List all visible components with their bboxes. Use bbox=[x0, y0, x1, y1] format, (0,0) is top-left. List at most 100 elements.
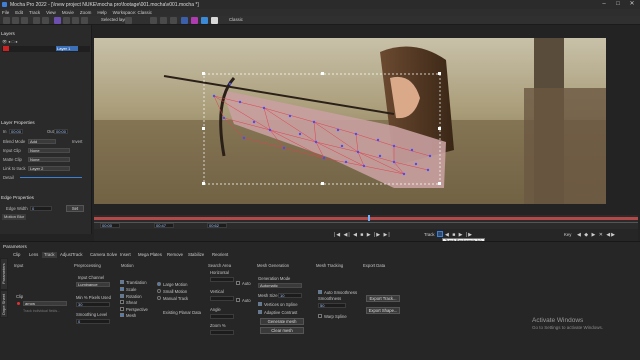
surface-icon[interactable] bbox=[181, 17, 188, 24]
mesh-checkbox[interactable] bbox=[120, 313, 124, 317]
small-motion-radio[interactable] bbox=[157, 289, 161, 293]
select-tool-icon[interactable] bbox=[54, 17, 61, 24]
scale-checkbox[interactable] bbox=[120, 287, 124, 291]
manual-track-radio[interactable] bbox=[157, 296, 161, 300]
large-motion-radio[interactable] bbox=[157, 282, 161, 286]
viewer[interactable] bbox=[94, 38, 606, 204]
tab-reorient[interactable]: Reorient bbox=[210, 252, 230, 258]
playhead[interactable] bbox=[368, 215, 370, 221]
vertical-label: Vertical bbox=[210, 289, 224, 294]
track-backwards-button[interactable] bbox=[437, 231, 443, 237]
mesh-size-field[interactable]: 10 bbox=[278, 293, 302, 298]
maximize-button[interactable]: □ bbox=[611, 0, 625, 9]
playback-controls[interactable]: |◀ ◀| ◀ ■ ▶ |▶ ▶| bbox=[334, 232, 391, 238]
in-field[interactable]: 00:00 bbox=[9, 129, 23, 134]
save-icon[interactable] bbox=[21, 17, 28, 24]
invert-label[interactable]: Invert bbox=[72, 139, 82, 144]
tangent-icon[interactable] bbox=[160, 17, 167, 24]
horizontal-auto-label: Auto bbox=[242, 281, 251, 286]
workspace-label[interactable]: Classic bbox=[229, 17, 243, 22]
perspective-checkbox[interactable] bbox=[120, 307, 124, 311]
timeline: 00:00 00:47 00:62 bbox=[94, 215, 638, 229]
horizontal-field[interactable] bbox=[210, 277, 234, 282]
layer-color-swatch[interactable] bbox=[3, 46, 9, 51]
menu-zoom[interactable]: Zoom bbox=[80, 10, 92, 15]
detail-slider[interactable] bbox=[20, 177, 82, 178]
edge-width-field[interactable]: 0 bbox=[30, 206, 52, 211]
rotation-checkbox[interactable] bbox=[120, 294, 124, 298]
out-timecode[interactable]: 00:62 bbox=[207, 223, 227, 228]
add-point-icon[interactable] bbox=[150, 17, 157, 24]
min-pixels-field[interactable]: 30 bbox=[76, 302, 110, 307]
menu-track[interactable]: Track bbox=[29, 10, 40, 15]
tab-mega-plates[interactable]: Mega Plates bbox=[136, 252, 164, 258]
auto-smoothness-checkbox[interactable] bbox=[318, 290, 322, 294]
current-timecode[interactable]: 00:47 bbox=[154, 223, 174, 228]
trace-icon[interactable] bbox=[201, 17, 208, 24]
in-timecode[interactable]: 00:00 bbox=[100, 223, 120, 228]
tab-remove[interactable]: Remove bbox=[165, 252, 185, 258]
minimize-button[interactable]: – bbox=[597, 0, 611, 9]
vertical-field[interactable] bbox=[210, 296, 234, 301]
zoom-tool-icon[interactable] bbox=[72, 17, 79, 24]
smoothness-field[interactable]: 50 bbox=[318, 303, 346, 308]
link-to-track-label: Link to track bbox=[3, 166, 26, 171]
pan-tool-icon[interactable] bbox=[63, 17, 70, 24]
side-tab-parameters[interactable]: Parameters bbox=[0, 258, 8, 290]
generate-mesh-button[interactable]: Generate mesh bbox=[260, 318, 304, 325]
mesh-generation-title: Mesh Generation bbox=[257, 263, 290, 268]
tab-camera-solve[interactable]: Camera Solve bbox=[88, 252, 119, 258]
lock-icon[interactable] bbox=[170, 17, 177, 24]
clear-mesh-button[interactable]: Clear mesh bbox=[260, 327, 304, 334]
shear-checkbox[interactable] bbox=[120, 300, 124, 304]
export-track-button[interactable]: Export Track... bbox=[366, 295, 400, 302]
vertical-auto-checkbox[interactable] bbox=[236, 298, 240, 302]
tab-adjust-track[interactable]: AdjustTrack bbox=[58, 252, 85, 258]
export-shape-button[interactable]: Export Shape... bbox=[366, 307, 400, 314]
generation-mode-select[interactable]: Automatic bbox=[258, 283, 302, 288]
side-tab-dope-sheet[interactable]: Dope Sheet bbox=[0, 290, 8, 318]
tab-track[interactable]: Track bbox=[42, 252, 57, 258]
redo-icon[interactable] bbox=[42, 17, 49, 24]
menu-help[interactable]: Help bbox=[97, 10, 106, 15]
key-controls[interactable]: ◀ ◆ ▶ ✕ ◀▶ bbox=[577, 232, 616, 238]
undo-icon[interactable] bbox=[33, 17, 40, 24]
link-to-track-select[interactable]: Layer 2 bbox=[28, 166, 70, 171]
motion-blur-tab[interactable]: Motion Blur bbox=[2, 214, 26, 220]
menu-edit[interactable]: Edit bbox=[15, 10, 23, 15]
menu-workspace[interactable]: Workspace: Classic bbox=[113, 10, 152, 15]
layer-dropdown[interactable] bbox=[125, 17, 132, 24]
menu-movie[interactable]: Movie bbox=[62, 10, 74, 15]
set-edge-button[interactable]: Set bbox=[66, 205, 84, 212]
tab-insert[interactable]: Insert bbox=[118, 252, 133, 258]
open-icon[interactable] bbox=[12, 17, 19, 24]
new-project-icon[interactable] bbox=[3, 17, 10, 24]
vertices-on-spline-checkbox[interactable] bbox=[258, 302, 262, 306]
tab-clip[interactable]: Clip bbox=[11, 252, 22, 258]
angle-field[interactable] bbox=[210, 314, 234, 319]
grid-icon[interactable] bbox=[191, 17, 198, 24]
existing-planar-data-label: Existing Planar Data bbox=[163, 310, 201, 315]
matte-clip-select[interactable]: None bbox=[28, 157, 70, 162]
close-button[interactable]: ✕ bbox=[625, 0, 639, 9]
input-clip-select[interactable]: None bbox=[28, 148, 70, 153]
menu-file[interactable]: File bbox=[2, 10, 9, 15]
tab-lens[interactable]: Lens bbox=[27, 252, 40, 258]
menu-view[interactable]: View bbox=[46, 10, 56, 15]
zoom-field[interactable] bbox=[210, 330, 234, 335]
out-field[interactable]: 00:00 bbox=[54, 129, 68, 134]
smoothing-level-field[interactable]: 0 bbox=[76, 319, 110, 324]
xspline-tool-icon[interactable] bbox=[81, 17, 88, 24]
matte-icon[interactable] bbox=[211, 17, 218, 24]
clip-select[interactable]: arrow bbox=[23, 301, 67, 306]
warp-spline-checkbox[interactable] bbox=[318, 314, 322, 318]
layer-item[interactable]: Layer 1 bbox=[56, 46, 78, 51]
translation-checkbox[interactable] bbox=[120, 280, 124, 284]
adaptive-contrast-checkbox[interactable] bbox=[258, 310, 262, 314]
timeline-ruler[interactable] bbox=[94, 222, 638, 223]
input-channel-select[interactable]: Luminance bbox=[76, 282, 110, 287]
tab-stabilize[interactable]: Stabilize bbox=[186, 252, 206, 258]
blend-mode-select[interactable]: Add bbox=[28, 139, 56, 144]
horizontal-auto-checkbox[interactable] bbox=[236, 281, 240, 285]
menu-bar: File Edit Track View Movie Zoom Help Wor… bbox=[0, 9, 640, 16]
